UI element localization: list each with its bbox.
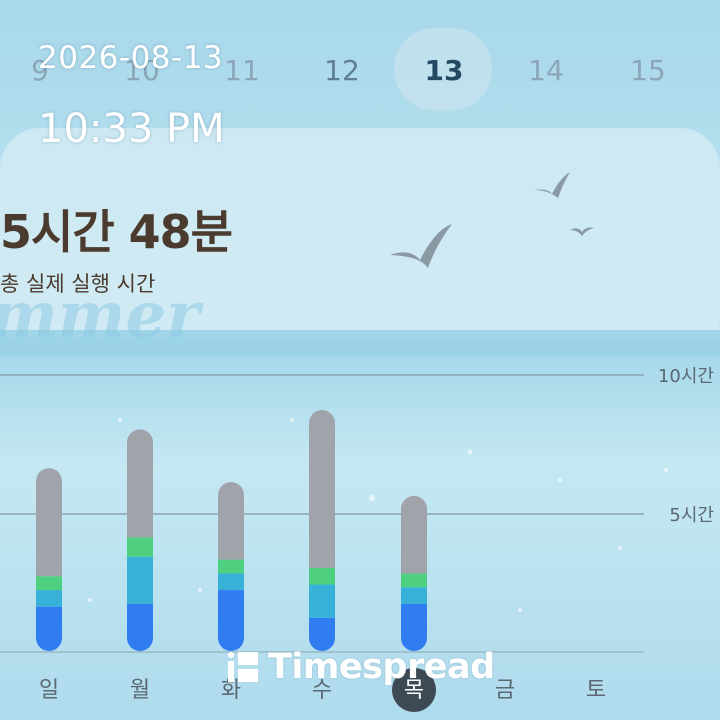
bar-segment: [36, 468, 62, 577]
bar-segment: [309, 567, 335, 585]
bar-2[interactable]: [218, 482, 244, 651]
bar-segment: [309, 584, 335, 618]
bar-segment: [36, 576, 62, 591]
day-label[interactable]: 일: [29, 672, 69, 704]
bar-0[interactable]: [36, 468, 62, 651]
bar-segment: [127, 603, 153, 651]
bar-4[interactable]: [401, 495, 427, 651]
bar-segment: [309, 410, 335, 568]
bar-segment: [401, 573, 427, 588]
bar-segment: [127, 556, 153, 604]
bar-segment: [401, 587, 427, 604]
bar-segment: [401, 495, 427, 574]
bar-segment: [127, 537, 153, 557]
bar-segment: [218, 482, 244, 560]
bar-segment: [36, 590, 62, 607]
bar-segment: [218, 590, 244, 651]
bar-3[interactable]: [309, 410, 335, 651]
app-watermark: Timespread: [228, 645, 495, 689]
bar-1[interactable]: [127, 429, 153, 651]
bar-segment: [127, 429, 153, 538]
bar-segment: [36, 606, 62, 651]
day-label[interactable]: 토: [576, 672, 616, 704]
watermark-text: Timespread: [268, 647, 495, 687]
bar-segment: [218, 559, 244, 574]
bar-chart: [36, 410, 427, 651]
bar-segment: [401, 603, 427, 651]
timespread-logo-icon: [228, 652, 258, 682]
day-label[interactable]: 월: [120, 672, 160, 704]
bar-segment: [218, 573, 244, 591]
